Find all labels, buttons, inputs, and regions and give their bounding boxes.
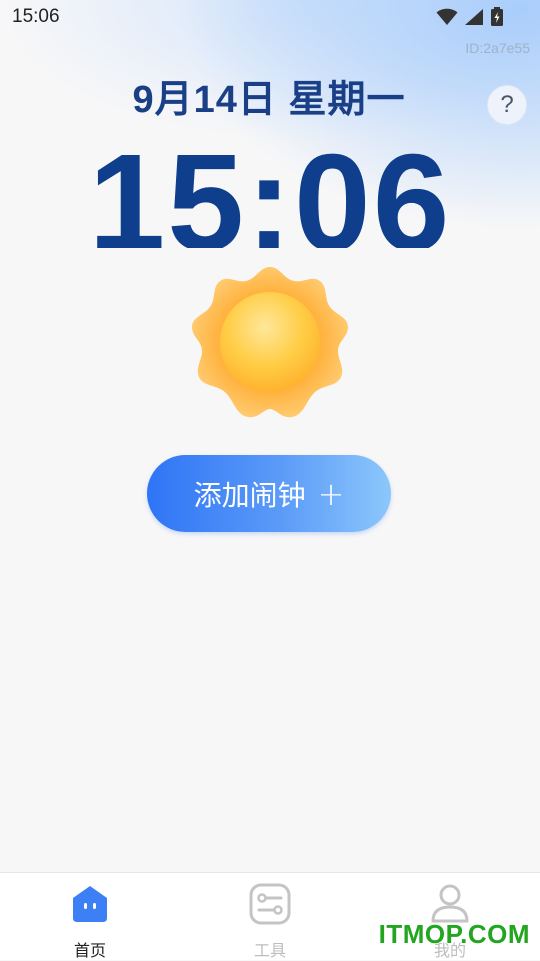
- clock-time: 15:06: [88, 140, 452, 248]
- help-icon: ?: [500, 91, 514, 118]
- tab-home[interactable]: 首页: [40, 881, 140, 960]
- battery-icon: [491, 7, 503, 26]
- site-watermark-logo: ITMOP.COM: [378, 919, 530, 949]
- status-icons: [436, 7, 504, 27]
- sun-icon: [192, 267, 348, 418]
- tools-icon: [249, 883, 291, 925]
- home-icon: [73, 886, 107, 922]
- date-label: 9月14日 星期一: [132, 79, 406, 121]
- tab-tools-label: 工具: [253, 941, 286, 960]
- status-time: 15:06: [12, 6, 60, 27]
- tab-tools[interactable]: 工具: [220, 881, 320, 960]
- plus-icon: +: [317, 474, 345, 513]
- clock-display: 15:06: [0, 140, 540, 248]
- status-bar: 15:06: [0, 0, 540, 36]
- add-alarm-label: 添加闹钟: [193, 478, 306, 512]
- signal-icon: [465, 9, 483, 25]
- wifi-icon: [436, 8, 458, 25]
- help-button[interactable]: ?: [487, 85, 527, 125]
- tab-home-label: 首页: [73, 941, 106, 960]
- add-alarm-button[interactable]: 添加闹钟 +: [147, 455, 391, 532]
- device-id-label: ID:2a7e55: [465, 40, 530, 56]
